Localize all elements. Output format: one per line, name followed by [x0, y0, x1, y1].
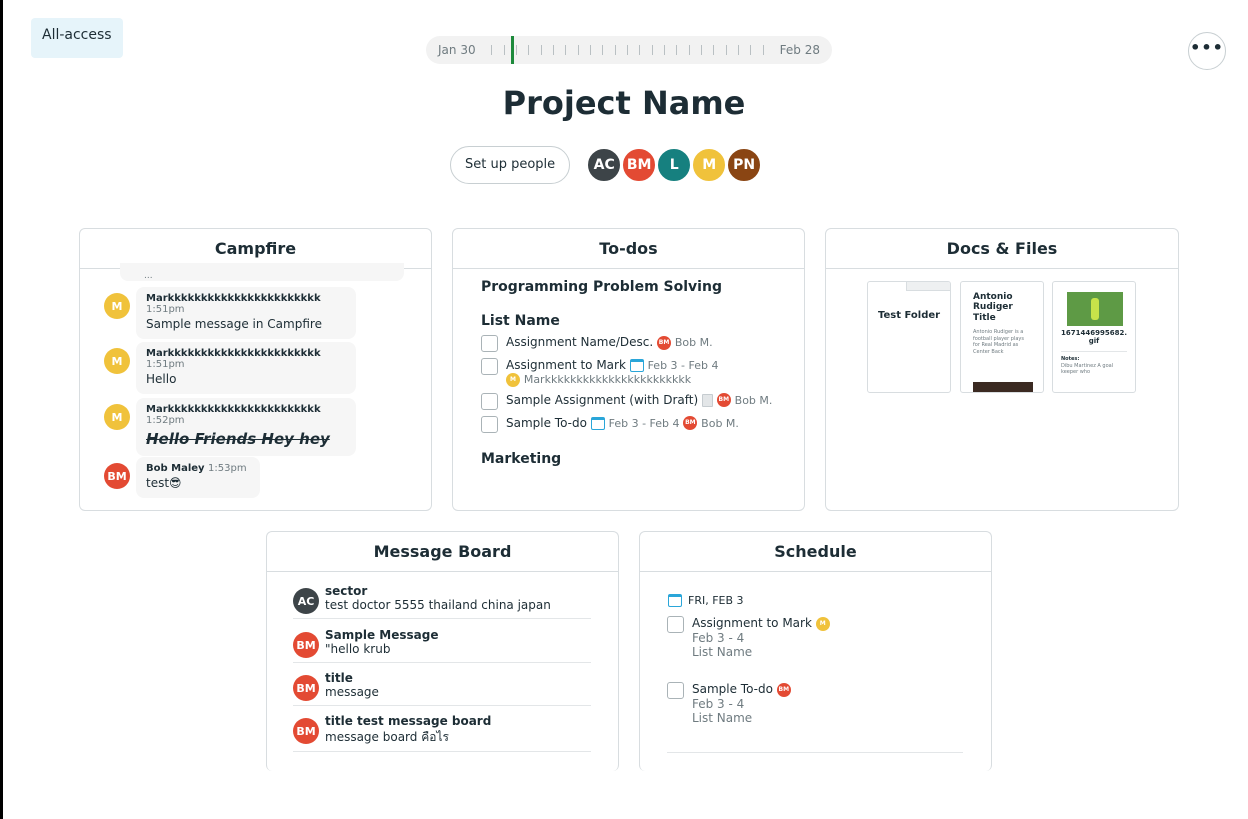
- message-board-title[interactable]: Message Board: [267, 532, 618, 572]
- todo-checkbox[interactable]: [481, 358, 498, 375]
- todo-item[interactable]: Assignment Name/Desc. BM Bob M.: [481, 335, 801, 352]
- campfire-previous-message: ...: [120, 263, 404, 281]
- folder-tile[interactable]: Test Folder: [867, 281, 951, 393]
- schedule-date-header: FRI, FEB 3: [668, 594, 744, 607]
- people-row: Set up people AC BM L M PN: [450, 146, 763, 184]
- calendar-icon: [668, 594, 682, 607]
- avatar[interactable]: AC: [586, 147, 623, 183]
- docs-files-card[interactable]: Docs & Files Test Folder Antonio Rudiger…: [825, 228, 1179, 511]
- document-icon: [702, 393, 713, 407]
- timeline-bar[interactable]: Jan 30 Feb 28: [426, 36, 832, 64]
- timeline-current-marker: [510, 36, 514, 64]
- docs-files-title[interactable]: Docs & Files: [826, 229, 1178, 269]
- avatar: BM: [293, 675, 319, 701]
- image-thumbnail: [1067, 292, 1123, 326]
- avatar: BM: [104, 463, 130, 489]
- todo-item[interactable]: Sample To-do Feb 3 - Feb 4 BM Bob M.: [481, 415, 801, 433]
- message-board-card[interactable]: Message Board AC sector test doctor 5555 …: [266, 531, 619, 771]
- todo-item[interactable]: Sample Assignment (with Draft) BM Bob M.: [481, 392, 801, 410]
- image-file-tile[interactable]: 1671446995682.gif Notes: Dibu Martinez A…: [1052, 281, 1136, 393]
- calendar-icon: [629, 359, 644, 372]
- document-tile[interactable]: Antonio Rudiger Title Antonio Rudiger is…: [960, 281, 1044, 393]
- timeline-end-label: Feb 28: [779, 43, 820, 57]
- schedule-event[interactable]: Assignment to Mark M Feb 3 - 4 List Name: [667, 616, 830, 659]
- avatar: M: [104, 293, 130, 319]
- avatar: M: [815, 616, 830, 631]
- todo-project-heading[interactable]: Programming Problem Solving: [481, 279, 801, 295]
- avatar: BM: [293, 718, 319, 744]
- todo-list-name[interactable]: List Name: [481, 313, 801, 329]
- schedule-title[interactable]: Schedule: [640, 532, 991, 572]
- all-access-badge[interactable]: All-access: [31, 18, 123, 58]
- folder-icon: [906, 282, 950, 291]
- divider: [667, 752, 963, 753]
- message-row[interactable]: BM Sample Message "hello krub: [293, 628, 591, 663]
- avatar: M: [104, 348, 130, 374]
- todos-card[interactable]: To-dos Programming Problem Solving List …: [452, 228, 805, 511]
- schedule-event[interactable]: Sample To-do BM Feb 3 - 4 List Name: [667, 682, 791, 725]
- campfire-message: BM Bob Maley 1:53pm test😎: [104, 457, 260, 498]
- message-row[interactable]: BM title test message board message board…: [293, 714, 591, 752]
- todo-checkbox[interactable]: [481, 335, 498, 352]
- timeline-start-label: Jan 30: [438, 43, 476, 57]
- campfire-card[interactable]: Campfire ... M Markkkkkkkkkkkkkkkkkkkkkk…: [79, 228, 432, 511]
- avatar: M: [104, 404, 130, 430]
- timeline-ticks: [486, 36, 770, 64]
- set-up-people-button[interactable]: Set up people: [450, 146, 571, 184]
- avatar[interactable]: M: [691, 147, 728, 183]
- page-title: Project Name: [502, 84, 746, 122]
- campfire-message: M Markkkkkkkkkkkkkkkkkkkkkkk 1:52pm Hell…: [104, 398, 356, 456]
- window-left-border: [0, 0, 3, 819]
- todo-list-name[interactable]: Marketing: [481, 451, 801, 467]
- todo-checkbox[interactable]: [481, 392, 498, 410]
- ellipsis-icon: •••: [1190, 38, 1224, 57]
- calendar-icon: [590, 416, 605, 430]
- todo-checkbox[interactable]: [481, 415, 498, 433]
- avatar[interactable]: PN: [726, 147, 763, 183]
- campfire-message: M Markkkkkkkkkkkkkkkkkkkkkkk 1:51pm Samp…: [104, 287, 356, 339]
- avatar[interactable]: L: [656, 147, 693, 183]
- schedule-card[interactable]: Schedule FRI, FEB 3 Assignment to Mark M…: [639, 531, 992, 771]
- todo-item[interactable]: Assignment to Mark Feb 3 - Feb 4 M Markk…: [481, 358, 801, 387]
- message-row[interactable]: AC sector test doctor 5555 thailand china…: [293, 584, 591, 619]
- document-image-preview: [973, 382, 1033, 392]
- avatar: BM: [776, 682, 791, 697]
- message-row[interactable]: BM title message: [293, 671, 591, 706]
- avatar[interactable]: BM: [621, 147, 658, 183]
- avatar: BM: [293, 632, 319, 658]
- event-checkbox[interactable]: [667, 616, 684, 633]
- todos-title[interactable]: To-dos: [453, 229, 804, 269]
- more-options-button[interactable]: •••: [1188, 32, 1226, 70]
- campfire-message: M Markkkkkkkkkkkkkkkkkkkkkkk 1:51pm Hell…: [104, 342, 356, 394]
- event-checkbox[interactable]: [667, 682, 684, 699]
- avatar: AC: [293, 588, 319, 614]
